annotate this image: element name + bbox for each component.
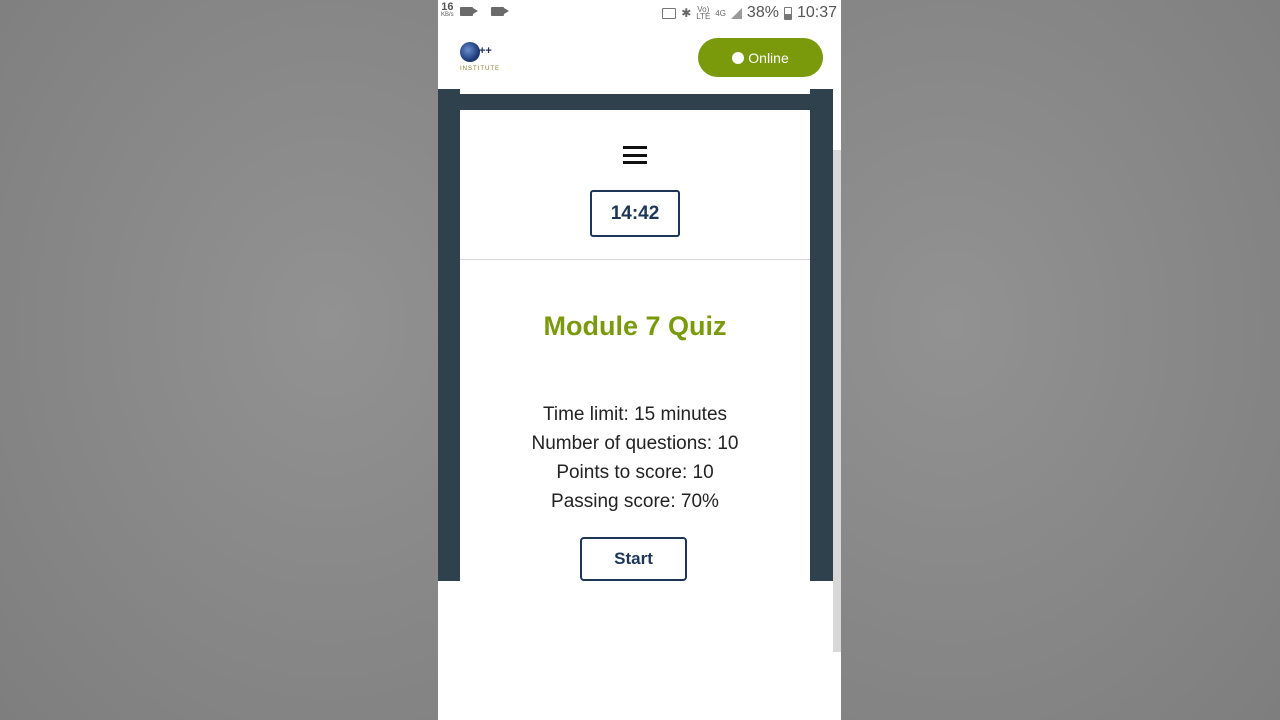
scrollbar[interactable] — [833, 150, 841, 652]
points-to-score: Points to score: 10 — [556, 462, 714, 483]
quiz-info: Time limit: 15 minutes Number of questio… — [460, 400, 810, 516]
volte-indicator: Vo) LTE — [696, 5, 711, 21]
quiz-card: 14:42 Module 7 Quiz Time limit: 15 minut… — [460, 110, 810, 581]
globe-icon — [460, 42, 480, 62]
video-record-icon — [490, 6, 509, 16]
passing-score: Passing score: 70% — [551, 491, 719, 512]
status-bar-left: 16 KB/s — [441, 1, 509, 19]
signal-icon — [730, 7, 742, 19]
phone-screen: 16 KB/s ✱ Vo) LTE 4G 38% 10:37 ++ INSTIT… — [438, 0, 841, 720]
online-dot-icon — [732, 51, 745, 64]
logo-text: INSTITUTE — [460, 66, 500, 72]
data-speed-unit: KB/s — [441, 12, 454, 18]
data-speed-value: 16 — [441, 1, 454, 13]
start-button[interactable]: Start — [580, 537, 687, 581]
cast-icon — [662, 7, 677, 19]
data-speed: 16 KB/s — [441, 1, 454, 19]
clock: 10:37 — [796, 4, 837, 21]
online-status-button[interactable]: Online — [698, 38, 823, 77]
bluetooth-icon: ✱ — [681, 6, 692, 20]
hamburger-menu-icon[interactable] — [623, 146, 647, 164]
site-header: ++ INSTITUTE Online — [438, 27, 841, 89]
divider — [460, 259, 810, 260]
cpp-institute-logo[interactable]: ++ INSTITUTE — [458, 40, 500, 76]
quiz-title: Module 7 Quiz — [543, 311, 727, 341]
network-type: 4G — [715, 8, 726, 18]
quiz-frame: 14:42 Module 7 Quiz Time limit: 15 minut… — [438, 89, 833, 581]
status-bar-right: ✱ Vo) LTE 4G 38% 10:37 — [662, 4, 837, 22]
online-label: Online — [748, 49, 789, 66]
quiz-timer: 14:42 — [590, 190, 680, 237]
battery-icon — [783, 6, 792, 20]
blurred-background-left — [0, 0, 438, 720]
number-of-questions: Number of questions: 10 — [531, 433, 739, 454]
time-limit: Time limit: 15 minutes — [542, 404, 728, 425]
video-camera-icon — [459, 6, 478, 16]
status-bar: 16 KB/s ✱ Vo) LTE 4G 38% 10:37 — [438, 0, 841, 27]
battery-percent: 38% — [746, 4, 779, 21]
logo-symbol: ++ — [479, 45, 492, 57]
blurred-background-right — [841, 0, 1280, 720]
frame-top-strip — [460, 89, 810, 94]
